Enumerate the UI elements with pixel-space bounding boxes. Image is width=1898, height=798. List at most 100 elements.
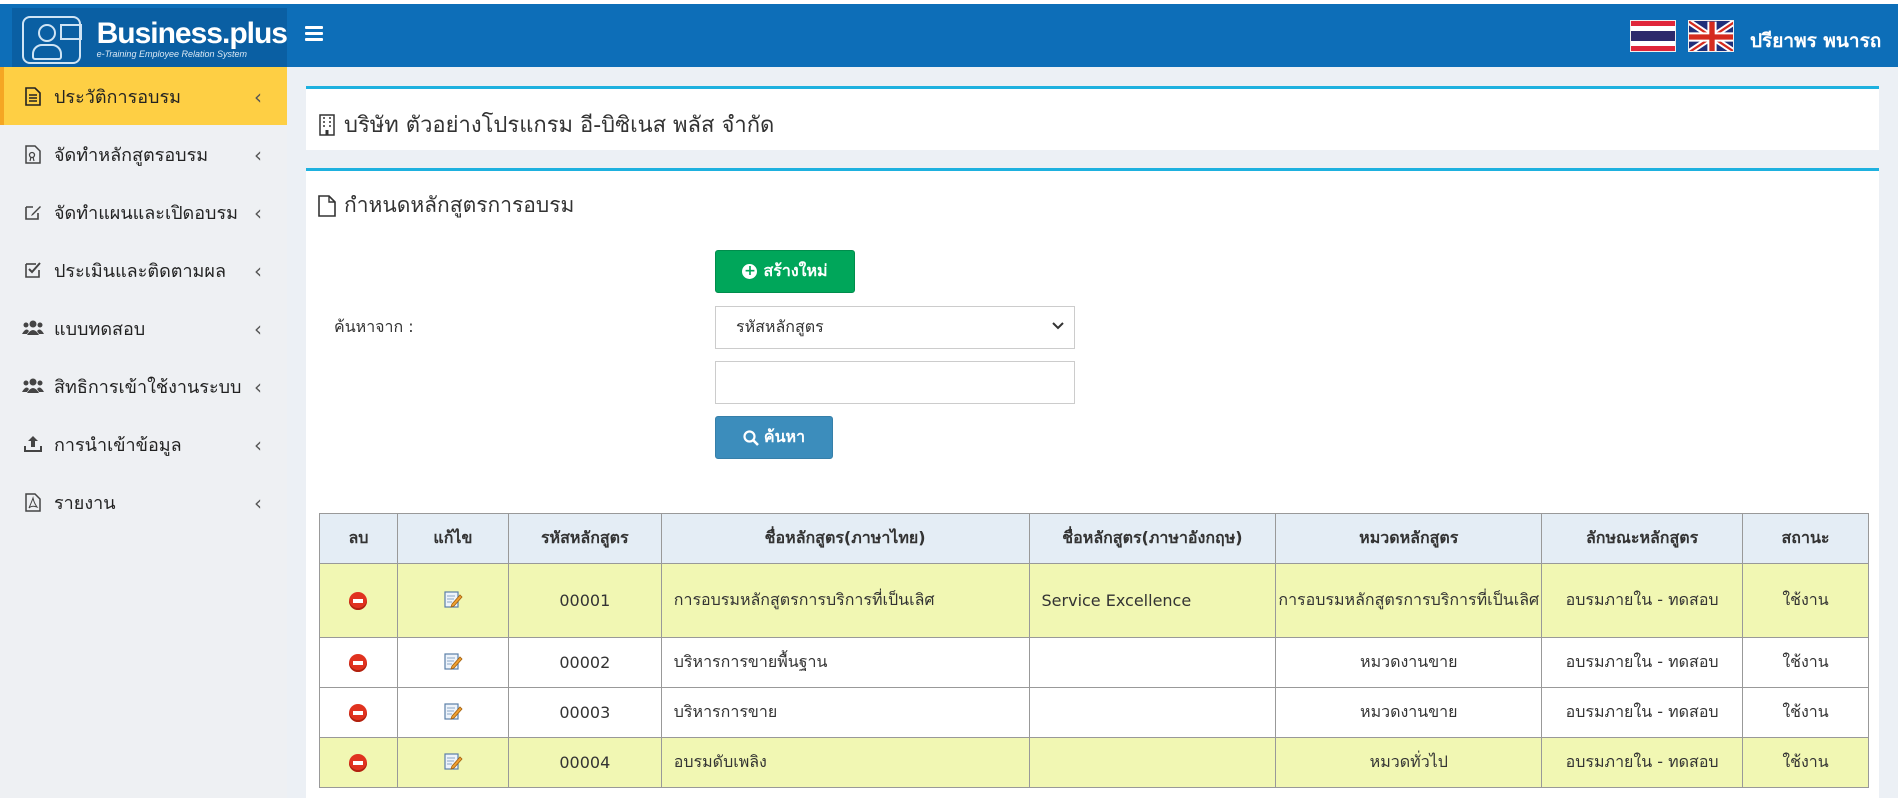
cell-name-th: บริหารการขายพื้นฐาน xyxy=(660,637,1030,688)
sidebar-item-label: การนำเข้าข้อมูล xyxy=(54,434,182,456)
column-header-name-en[interactable]: ชื่อหลักสูตร(ภาษาอังกฤษ) xyxy=(1028,513,1277,564)
search-icon xyxy=(743,429,759,446)
sidebar-item-access-rights[interactable]: สิทธิการเข้าใช้งานระบบ ‹ xyxy=(0,357,287,415)
course-definition-panel: กำหนดหลักสูตรการอบรม + สร้างใหม่ ค้นหาจา… xyxy=(306,168,1879,798)
file-icon xyxy=(318,194,336,217)
company-name: บริษัท ตัวอย่างโปรแกรม อี-บิซิเนส พลัส จ… xyxy=(344,113,775,138)
column-header-delete: ลบ xyxy=(319,513,398,564)
chevron-left-icon: ‹ xyxy=(254,375,262,399)
sidebar-item-test[interactable]: แบบทดสอบ ‹ xyxy=(0,299,287,357)
logo-title: Business.plus xyxy=(96,17,288,50)
edit-note-icon[interactable] xyxy=(443,651,463,675)
cell-type: อบรมภายใน - ทดสอบ xyxy=(1541,737,1744,788)
search-by-value: รหัสหลักสูตร xyxy=(736,317,824,336)
sidebar-item-report[interactable]: รายงาน ‹ xyxy=(0,473,287,531)
chevron-left-icon: ‹ xyxy=(254,317,262,341)
sidebar-item-label: ประวัติการอบรม xyxy=(54,86,182,108)
sidebar-item-course-setup[interactable]: จัดทำหลักสูตรอบรม ‹ xyxy=(0,125,287,183)
users-icon xyxy=(22,376,44,396)
column-header-category[interactable]: หมวดหลักสูตร xyxy=(1275,513,1543,564)
user-name[interactable]: ปรียาพร พนารถ xyxy=(1750,26,1881,56)
cell-status: ใช้งาน xyxy=(1742,737,1869,788)
cell-category: การอบรมหลักสูตรการบริการที่เป็นเลิศ xyxy=(1275,563,1543,638)
uk-flag-icon[interactable] xyxy=(1688,20,1734,52)
cell-status: ใช้งาน xyxy=(1742,637,1869,688)
table-header-row: ลบ แก้ไข รหัสหลักสูตร ชื่อหลักสูตร(ภาษาไ… xyxy=(319,513,1869,564)
cell-name-en: Service Excellence xyxy=(1028,563,1277,638)
search-button[interactable]: ค้นหา xyxy=(715,416,833,459)
company-panel: บริษัท ตัวอย่างโปรแกรม อี-บิซิเนส พลัส จ… xyxy=(306,86,1879,150)
delete-icon[interactable] xyxy=(349,754,368,773)
edit-note-icon[interactable] xyxy=(443,751,463,775)
cell-code: 00003 xyxy=(507,687,662,738)
chevron-left-icon: ‹ xyxy=(254,143,262,167)
app-logo[interactable]: Business.plus e-Training Employee Relati… xyxy=(12,8,288,71)
section-title: กำหนดหลักสูตรการอบรม xyxy=(344,193,575,217)
search-input[interactable] xyxy=(715,361,1075,404)
column-header-status[interactable]: สถานะ xyxy=(1742,513,1869,564)
sidebar-item-training-history[interactable]: ประวัติการอบรม ‹ xyxy=(0,67,287,125)
sidebar-item-label: แบบทดสอบ xyxy=(54,318,146,340)
column-header-type[interactable]: ลักษณะหลักสูตร xyxy=(1541,513,1744,564)
sidebar-item-label: จัดทำแผนและเปิดอบรม xyxy=(54,202,238,224)
logo-person-icon xyxy=(22,15,82,64)
table-row: 00002 บริหารการขายพื้นฐาน หมวดงานขาย อบร… xyxy=(319,637,1869,688)
sidebar-item-label: ประเมินและติดตามผล xyxy=(54,260,227,282)
search-button-label: ค้นหา xyxy=(763,427,806,446)
sidebar-item-label: รายงาน xyxy=(54,492,116,514)
cell-status: ใช้งาน xyxy=(1742,687,1869,738)
pdf-file-icon xyxy=(22,492,44,512)
cell-code: 00001 xyxy=(507,563,662,638)
logo-subtitle: e-Training Employee Relation System xyxy=(96,49,247,59)
upload-icon xyxy=(22,434,44,454)
check-square-icon xyxy=(22,260,44,280)
cell-name-en xyxy=(1028,637,1277,688)
delete-icon[interactable] xyxy=(349,704,368,723)
cell-category: หมวดงานขาย xyxy=(1275,637,1543,688)
cell-status: ใช้งาน xyxy=(1742,563,1869,638)
chevron-left-icon: ‹ xyxy=(254,259,262,283)
chevron-left-icon: ‹ xyxy=(254,491,262,515)
edit-icon xyxy=(22,202,44,222)
column-header-edit: แก้ไข xyxy=(396,513,509,564)
delete-icon[interactable] xyxy=(349,654,368,673)
delete-icon[interactable] xyxy=(349,592,368,611)
sidebar: ประวัติการอบรม ‹ จัดทำหลักสูตรอบรม ‹ จัด… xyxy=(0,67,287,798)
sidebar-item-plan-open-training[interactable]: จัดทำแผนและเปิดอบรม ‹ xyxy=(0,183,287,241)
chevron-left-icon: ‹ xyxy=(254,201,262,225)
create-new-label: สร้างใหม่ xyxy=(763,261,828,280)
cell-name-th: การอบรมหลักสูตรการบริการที่เป็นเลิศ xyxy=(660,563,1030,638)
cell-code: 00004 xyxy=(507,737,662,788)
cell-code: 00002 xyxy=(507,637,662,688)
chevron-down-icon xyxy=(1052,319,1064,334)
chevron-left-icon: ‹ xyxy=(254,85,262,109)
search-by-select[interactable]: รหัสหลักสูตร xyxy=(715,306,1075,349)
sidebar-item-label: จัดทำหลักสูตรอบรม xyxy=(54,144,209,166)
sidebar-item-import-data[interactable]: การนำเข้าข้อมูล ‹ xyxy=(0,415,287,473)
sidebar-item-label: สิทธิการเข้าใช้งานระบบ xyxy=(54,376,242,398)
table-row: 00001 การอบรมหลักสูตรการบริการที่เป็นเลิ… xyxy=(319,563,1869,638)
column-header-name-th[interactable]: ชื่อหลักสูตร(ภาษาไทย) xyxy=(660,513,1030,564)
column-header-code[interactable]: รหัสหลักสูตร xyxy=(507,513,662,564)
cell-name-en xyxy=(1028,687,1277,738)
cell-name-th: บริหารการขาย xyxy=(660,687,1030,738)
menu-toggle-icon[interactable] xyxy=(305,26,323,42)
cell-category: หมวดงานขาย xyxy=(1275,687,1543,738)
sidebar-item-evaluation[interactable]: ประเมินและติดตามผล ‹ xyxy=(0,241,287,299)
file-certificate-icon xyxy=(22,144,44,164)
plus-circle-icon: + xyxy=(742,263,758,279)
edit-note-icon[interactable] xyxy=(443,589,463,613)
cell-type: อบรมภายใน - ทดสอบ xyxy=(1541,563,1744,638)
create-new-button[interactable]: + สร้างใหม่ xyxy=(715,250,855,293)
edit-note-icon[interactable] xyxy=(443,701,463,725)
chevron-left-icon: ‹ xyxy=(254,433,262,457)
cell-category: หมวดทั่วไป xyxy=(1275,737,1543,788)
thai-flag-icon[interactable] xyxy=(1630,20,1676,52)
table-row: 00003 บริหารการขาย หมวดงานขาย อบรมภายใน … xyxy=(319,687,1869,738)
top-navbar: Business.plus e-Training Employee Relati… xyxy=(0,0,1898,71)
users-icon xyxy=(22,318,44,338)
cell-type: อบรมภายใน - ทดสอบ xyxy=(1541,637,1744,688)
search-by-label: ค้นหาจาก : xyxy=(334,317,414,336)
table-row: 00004 อบรมดับเพลิง หมวดทั่วไป อบรมภายใน … xyxy=(319,737,1869,788)
course-table: ลบ แก้ไข รหัสหลักสูตร ชื่อหลักสูตร(ภาษาไ… xyxy=(319,513,1869,788)
